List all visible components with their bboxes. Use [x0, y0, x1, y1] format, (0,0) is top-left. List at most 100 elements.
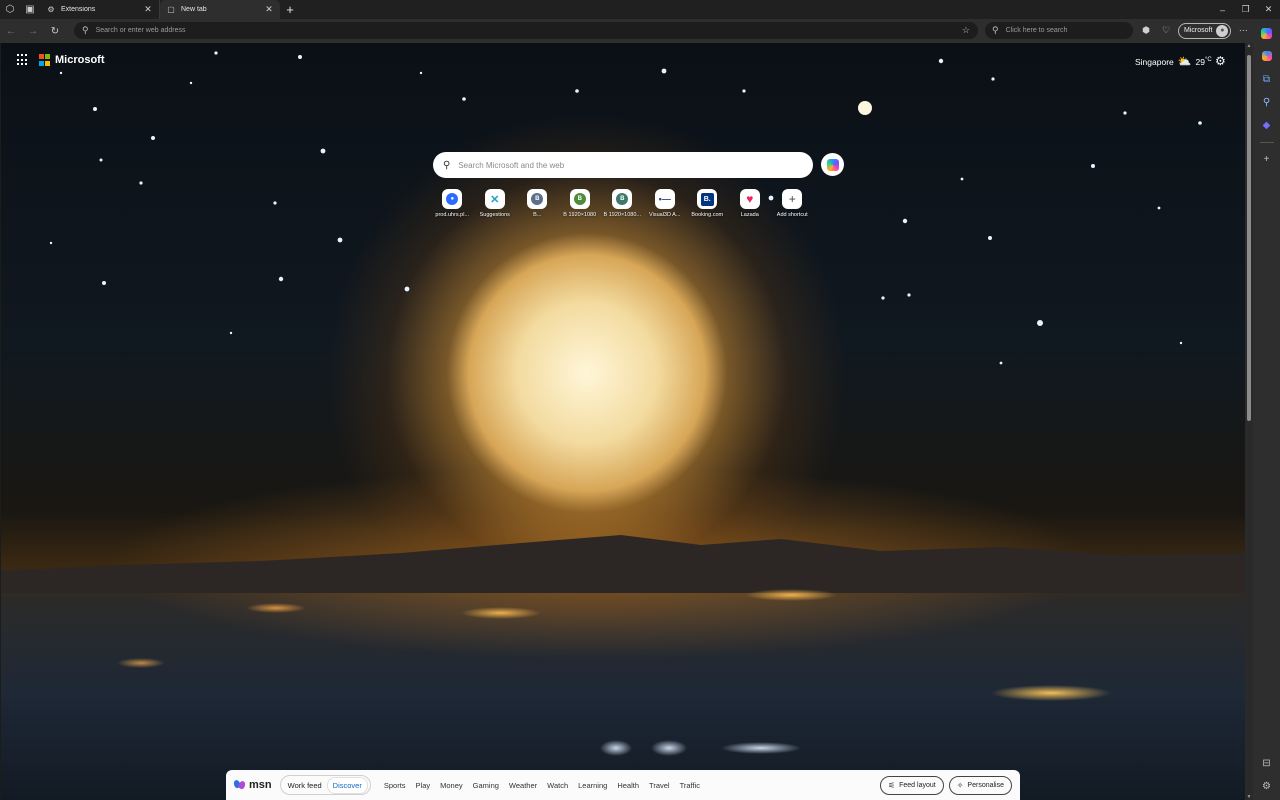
favorite-star-icon[interactable]: ☆	[962, 25, 970, 36]
sidebar-settings-icon[interactable]: ⚙	[1257, 776, 1277, 796]
tab-bar: ⬡ ▣ ⚙ Extensions ✕ ▢ New tab ✕ + – ❐ ✕	[0, 0, 1280, 19]
msn-logo[interactable]: msn	[232, 779, 272, 791]
shortcut-tile[interactable]: B B 1920×1080	[559, 189, 602, 218]
b-green-icon: B	[569, 189, 590, 209]
sparkle-icon: ✧	[956, 780, 964, 790]
side-search-box[interactable]: ⚲ Click here to search	[985, 22, 1133, 39]
profile-button[interactable]: Microsoft ●	[1178, 22, 1232, 39]
category-money[interactable]: Money	[440, 781, 463, 790]
tab-actions-icon[interactable]: ▣	[20, 0, 40, 19]
copilot-icon[interactable]	[1257, 23, 1277, 43]
copilot-icon	[826, 158, 839, 171]
category-learning[interactable]: Learning	[578, 781, 607, 790]
window-controls: – ❐ ✕	[1211, 0, 1280, 19]
shortcuts-row: ● prod.uhrs.pl... ✕ Suggestions B B... B…	[431, 189, 814, 218]
brand-name: Microsoft	[55, 54, 105, 66]
visual3d-icon: •—	[654, 189, 675, 209]
page-scrollbar[interactable]: ▲ ▼	[1245, 43, 1253, 800]
page-settings-gear-icon[interactable]: ⚙	[1215, 54, 1226, 68]
msn-butterfly-icon	[232, 779, 247, 790]
category-weather[interactable]: Weather	[509, 781, 537, 790]
address-bar[interactable]: ⚲ Search or enter web address ☆	[74, 22, 978, 39]
extensions-icon[interactable]: ⬢	[1138, 22, 1154, 39]
microsoft-header: Microsoft	[17, 54, 105, 66]
scroll-up-icon[interactable]: ▲	[1245, 43, 1253, 49]
hide-sidebar-icon[interactable]: ⊟	[1257, 753, 1277, 773]
category-health[interactable]: Health	[617, 781, 639, 790]
new-tab-button[interactable]: +	[280, 0, 300, 19]
shortcut-tile[interactable]: B. Booking.com	[686, 189, 729, 218]
workspaces-icon[interactable]: ⬡	[0, 0, 20, 19]
scroll-down-icon[interactable]: ▼	[1245, 794, 1253, 800]
feed-toggle: Work feed Discover	[279, 775, 371, 795]
web-search-input[interactable]: ⚲ Search Microsoft and the web	[433, 152, 813, 178]
tab-discover[interactable]: Discover	[326, 776, 368, 794]
side-search-placeholder: Click here to search	[1005, 27, 1068, 34]
restore-icon[interactable]: ❐	[1234, 0, 1257, 19]
sliders-icon: ⚟	[887, 780, 896, 790]
more-menu-icon[interactable]: ⋯	[1235, 22, 1251, 39]
personalise-button[interactable]: ✧ Personalise	[948, 775, 1012, 795]
category-play[interactable]: Play	[416, 781, 431, 790]
suggestions-icon: ✕	[484, 189, 505, 209]
close-window-icon[interactable]: ✕	[1257, 0, 1280, 19]
starfield	[49, 51, 1202, 365]
shortcut-label: B 1920×1080	[563, 212, 597, 218]
copilot-alt-icon[interactable]	[1257, 46, 1277, 66]
copilot-button[interactable]	[821, 153, 844, 176]
booking-icon: B.	[697, 189, 718, 209]
plus-icon: +	[782, 189, 803, 209]
close-icon[interactable]: ✕	[264, 4, 274, 15]
category-sports[interactable]: Sports	[384, 781, 406, 790]
msn-feed-bar: msn Work feed Discover Sports Play Money…	[226, 770, 1020, 800]
page-icon: ▢	[167, 5, 175, 14]
minimize-icon[interactable]: –	[1211, 0, 1234, 19]
back-icon[interactable]: ←	[0, 20, 22, 42]
weather-city: Singapore	[1135, 56, 1174, 67]
add-icon[interactable]: +	[1257, 149, 1277, 169]
shortcut-label: Lazada	[740, 212, 759, 218]
microsoft-logo[interactable]: Microsoft	[39, 54, 105, 66]
category-watch[interactable]: Watch	[547, 781, 568, 790]
sidebar-divider	[1259, 142, 1274, 143]
category-traffic[interactable]: Traffic	[680, 781, 700, 790]
microsoft-squares-icon	[39, 54, 51, 66]
shortcut-tile[interactable]: ♥ Lazada	[729, 189, 772, 218]
avatar: ●	[1216, 24, 1229, 37]
close-icon[interactable]: ✕	[143, 4, 153, 15]
search-icon: ⚲	[443, 159, 451, 171]
add-shortcut-button[interactable]: + Add shortcut	[771, 189, 814, 218]
shortcut-tile[interactable]: ✕ Suggestions	[474, 189, 517, 218]
gear-icon: ⚙	[47, 5, 55, 14]
tab-new-tab[interactable]: ▢ New tab ✕	[160, 0, 280, 19]
search-icon: ⚲	[992, 25, 999, 35]
city-lights	[1, 583, 1245, 800]
translate-icon[interactable]: ⧉	[1257, 69, 1277, 89]
app-launcher-icon[interactable]	[17, 54, 29, 66]
shortcut-label: Booking.com	[691, 212, 724, 218]
b-icon: B	[527, 189, 548, 209]
shortcut-label: Visual3D A...	[649, 212, 681, 218]
refresh-icon[interactable]: ↻	[44, 20, 66, 42]
feed-layout-button[interactable]: ⚟ Feed layout	[879, 775, 944, 795]
uhrs-icon: ●	[442, 189, 463, 209]
search-icon[interactable]: ⚲	[1257, 92, 1277, 112]
outlook-icon[interactable]: ◆	[1257, 115, 1277, 135]
shortcut-tile[interactable]: B B 1920×1080...	[601, 189, 644, 218]
shortcut-tile[interactable]: ● prod.uhrs.pl...	[431, 189, 474, 218]
weather-widget[interactable]: Singapore ⛅ 29°C	[1135, 55, 1212, 68]
b-teal-icon: B	[612, 189, 633, 209]
shortcut-tile[interactable]: •— Visual3D A...	[644, 189, 687, 218]
shortcut-label: prod.uhrs.pl...	[435, 212, 470, 218]
address-placeholder: Search or enter web address	[95, 27, 186, 34]
forward-icon[interactable]: →	[22, 20, 44, 42]
weather-temp: 29°C	[1195, 56, 1212, 67]
browser-essentials-icon[interactable]: ♡	[1158, 22, 1174, 39]
scrollbar-thumb[interactable]	[1247, 55, 1251, 421]
tab-label: New tab	[181, 6, 207, 13]
category-travel[interactable]: Travel	[649, 781, 670, 790]
category-gaming[interactable]: Gaming	[473, 781, 499, 790]
tab-extensions[interactable]: ⚙ Extensions ✕	[40, 0, 160, 19]
tab-work-feed[interactable]: Work feed	[283, 778, 327, 793]
shortcut-tile[interactable]: B B...	[516, 189, 559, 218]
